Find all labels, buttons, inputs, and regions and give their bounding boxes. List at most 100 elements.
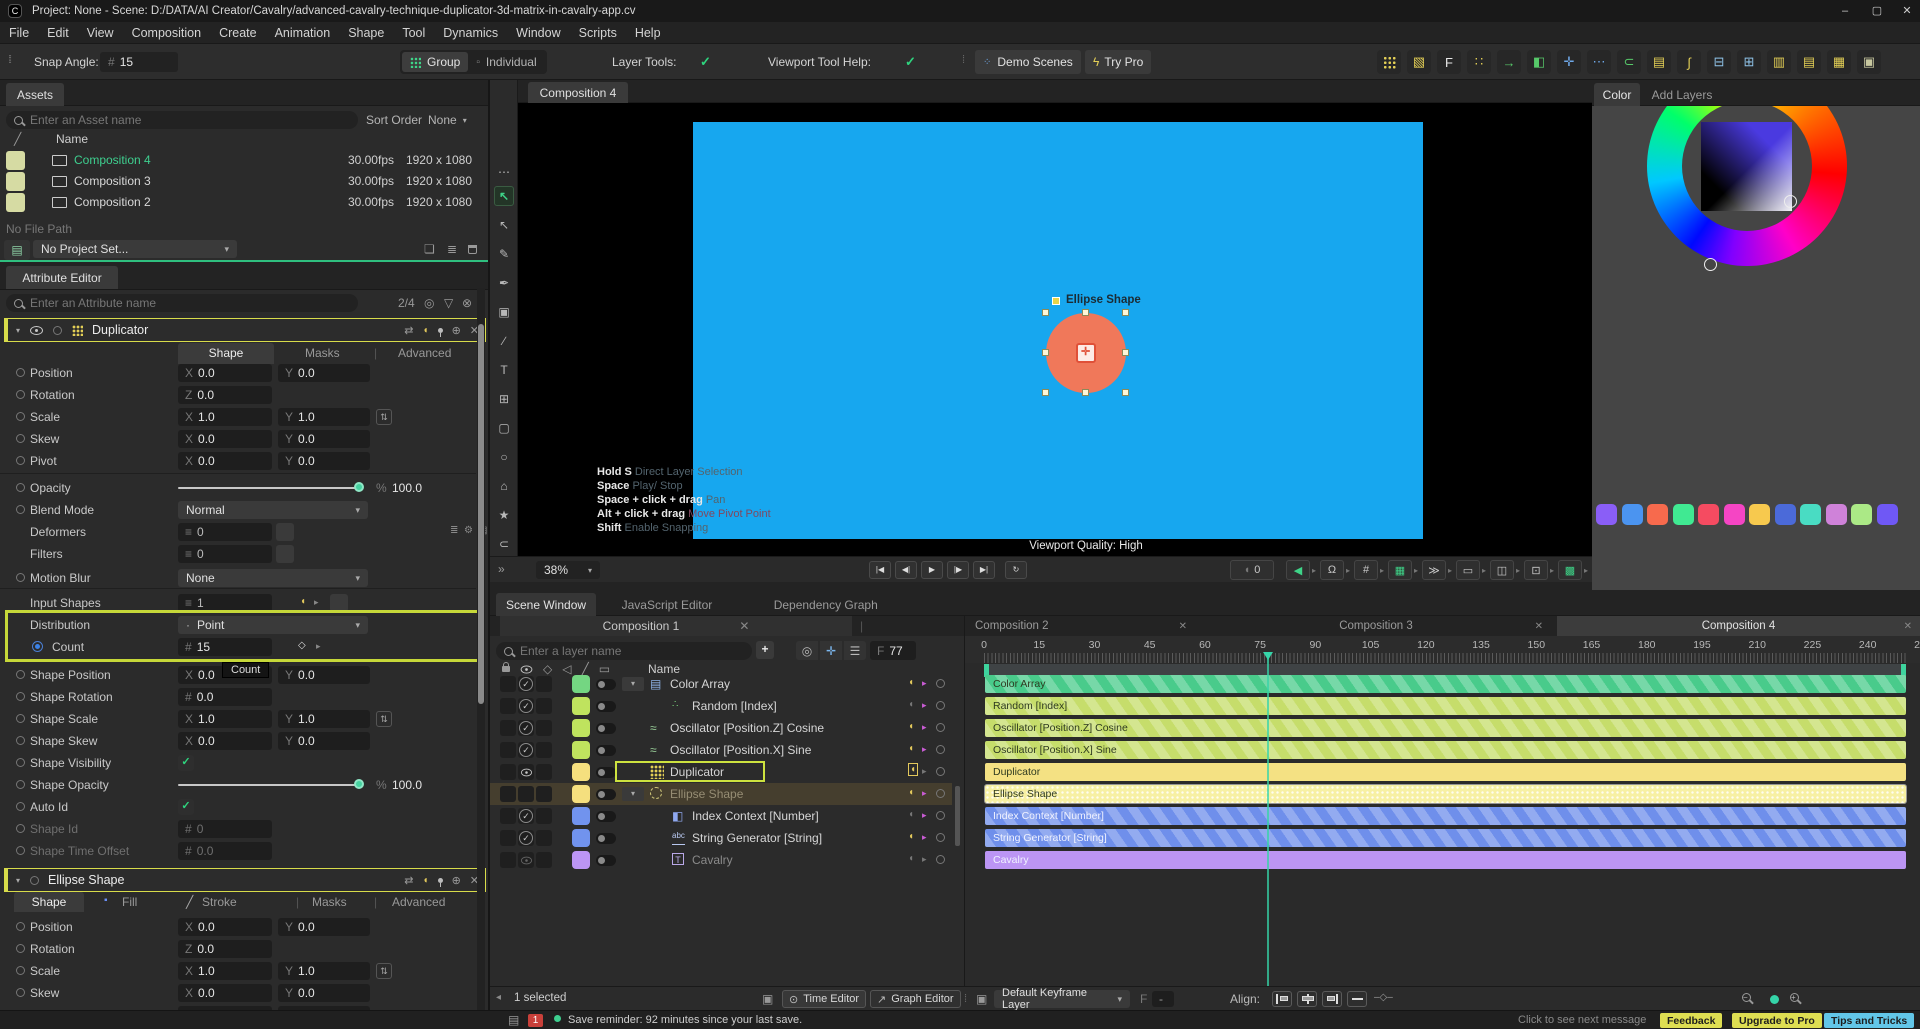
direct-select-tool[interactable]: ↖ bbox=[494, 215, 514, 235]
link-xy-icon[interactable]: ⇅ bbox=[376, 963, 392, 979]
collapse-chevron-icon[interactable]: ▾ bbox=[16, 326, 20, 335]
attribute-port[interactable] bbox=[16, 368, 25, 377]
columns-icon[interactable]: ▥ bbox=[1767, 50, 1791, 74]
value-field-x[interactable]: X0.0 bbox=[178, 430, 272, 448]
attribute-port[interactable] bbox=[16, 456, 25, 465]
timeline-ruler[interactable]: 0153045607590105120135150165180195210225… bbox=[965, 636, 1920, 663]
menu-view[interactable]: View bbox=[78, 26, 123, 40]
star-tool[interactable]: ★ bbox=[494, 505, 514, 525]
add-layer-button[interactable]: + bbox=[756, 641, 774, 659]
attr-tab-stroke[interactable]: Stroke bbox=[202, 895, 237, 909]
keyframe-next-icon[interactable]: ▸ bbox=[922, 832, 927, 843]
tab-add-layers[interactable]: Add Layers bbox=[1644, 83, 1720, 106]
keyframe-next-icon[interactable]: ▸ bbox=[922, 744, 927, 755]
playhead-line[interactable] bbox=[1267, 658, 1269, 986]
attribute-port[interactable] bbox=[16, 670, 25, 679]
layer-toggle-slot[interactable] bbox=[536, 852, 552, 868]
menu-create[interactable]: Create bbox=[210, 26, 266, 40]
layer-scrollbar[interactable] bbox=[955, 786, 960, 846]
tab-dependency-graph[interactable]: Dependency Graph bbox=[764, 593, 888, 616]
layer-toggle-slot[interactable] bbox=[536, 764, 552, 780]
swatch-color[interactable] bbox=[1775, 504, 1796, 525]
stagger-a-icon[interactable]: ⊟ bbox=[1707, 50, 1731, 74]
dropdown-arrow-icon[interactable]: ▸ bbox=[1312, 566, 1316, 575]
layer-toggle-slot[interactable] bbox=[536, 830, 552, 846]
stagger-icon[interactable]: ⇄ bbox=[404, 324, 413, 337]
timeline-track-cavalry[interactable]: Cavalry bbox=[985, 851, 1906, 869]
arc-icon[interactable]: ⊂ bbox=[1617, 50, 1641, 74]
value-field[interactable]: #0 bbox=[178, 820, 272, 838]
layer-toggle-slot[interactable]: ✓ bbox=[518, 830, 534, 846]
value-field-x[interactable]: X1.0 bbox=[178, 962, 272, 980]
add-button[interactable] bbox=[276, 523, 294, 541]
ellipse-shape-header[interactable]: ▾Ellipse Shape⇄◖⊕✕ bbox=[4, 868, 486, 892]
value-field[interactable]: Z0.0 bbox=[178, 386, 272, 404]
align-keys-left-icon[interactable] bbox=[1272, 991, 1292, 1007]
polygon-tool[interactable]: ⌂ bbox=[494, 476, 514, 496]
keyframe-prev-icon[interactable]: ◖ bbox=[423, 325, 429, 336]
layer-toggle-slot[interactable] bbox=[518, 786, 534, 802]
tab-composition-2[interactable]: Composition 2✕ bbox=[965, 616, 1195, 636]
layer-toggle-slot[interactable]: ✓ bbox=[518, 698, 534, 714]
layer-search-input[interactable]: Enter a layer name bbox=[496, 642, 752, 660]
attribute-port[interactable] bbox=[16, 802, 25, 811]
attr-tab-advanced[interactable]: Advanced bbox=[398, 343, 451, 364]
gear-icon[interactable]: ⚙ bbox=[464, 525, 473, 536]
pen-path-icon[interactable]: ∫ bbox=[1677, 50, 1701, 74]
attribute-port[interactable] bbox=[16, 736, 25, 745]
layer-toggle-slot[interactable]: ✓ bbox=[518, 676, 534, 692]
timeline-track-duplicator[interactable]: Duplicator bbox=[985, 763, 1906, 781]
target-icon[interactable]: ⊕ bbox=[452, 324, 461, 337]
feedback-button[interactable]: Feedback bbox=[1660, 1013, 1722, 1028]
list-icon[interactable]: ≣ bbox=[447, 242, 457, 256]
go-to-start-button[interactable]: |◀ bbox=[869, 561, 891, 579]
layer-enabled-check[interactable]: ✓ bbox=[519, 809, 533, 823]
attribute-scrollbar[interactable] bbox=[478, 324, 484, 704]
layer-color-chip[interactable] bbox=[572, 675, 590, 693]
attribute-port[interactable] bbox=[16, 966, 25, 975]
attribute-port[interactable] bbox=[16, 922, 25, 931]
next-message-link[interactable]: Click to see next message bbox=[1518, 1014, 1646, 1026]
viewport-help-checkbox[interactable]: ✓ bbox=[905, 54, 916, 70]
duplicates-icon[interactable]: ⊡▸ bbox=[1524, 560, 1554, 580]
draw-tool[interactable]: ✎ bbox=[494, 244, 514, 264]
layer-stack-icon[interactable]: ◫▸ bbox=[1490, 560, 1520, 580]
layer-tag-toggle[interactable] bbox=[596, 811, 616, 822]
attribute-port[interactable] bbox=[16, 505, 25, 514]
text-tool[interactable]: T bbox=[494, 360, 514, 380]
dropdown-motion-blur[interactable]: None▾ bbox=[178, 569, 368, 587]
layer-toggle-slot[interactable] bbox=[536, 698, 552, 714]
dropdown-arrow-icon[interactable]: ▸ bbox=[1346, 566, 1350, 575]
sequence-icon[interactable]: ⋯ bbox=[1587, 50, 1611, 74]
menu-animation[interactable]: Animation bbox=[266, 26, 340, 40]
bounds-icon[interactable]: ▭▸ bbox=[1456, 560, 1486, 580]
time-editor-button[interactable]: ⊙ Time Editor bbox=[782, 990, 866, 1008]
layer-row-oscillator-position-z-cosine[interactable]: ✓≈Oscillator [Position.Z] Cosine◖▸ bbox=[490, 717, 952, 739]
layer-visibility-eye[interactable] bbox=[520, 856, 531, 864]
maximize-button[interactable]: ▢ bbox=[1862, 0, 1892, 22]
layer-color-chip[interactable] bbox=[572, 807, 590, 825]
layer-toggle-slot[interactable] bbox=[500, 698, 516, 714]
project-set-dropdown[interactable]: No Project Set...▾ bbox=[33, 240, 237, 258]
layer-row-oscillator-position-x-sine[interactable]: ✓≈Oscillator [Position.X] Sine◖▸ bbox=[490, 739, 952, 761]
swatch-color[interactable] bbox=[1851, 504, 1872, 525]
timeline-track-index-context-number-[interactable]: Index Context [Number] bbox=[985, 807, 1906, 825]
collapse-icon[interactable]: ◂ bbox=[496, 992, 501, 1003]
keyframe-prev-icon[interactable]: ◖ bbox=[908, 721, 914, 732]
grid-toggle-icon[interactable]: #▸ bbox=[1354, 560, 1384, 580]
selection-handle[interactable] bbox=[1122, 309, 1129, 316]
render-camera-icon[interactable]: ▣ bbox=[1857, 50, 1881, 74]
layer-port[interactable] bbox=[936, 745, 945, 754]
attr-tab-masks[interactable]: Masks bbox=[305, 343, 340, 364]
dropdown-blend-mode[interactable]: Normal▾ bbox=[178, 501, 368, 519]
keyframe-next-icon[interactable]: ▸ bbox=[922, 766, 927, 777]
bottombar-grip[interactable]: ⁞ bbox=[964, 993, 965, 1005]
selection-handle[interactable] bbox=[1082, 309, 1089, 316]
playback-speed-icon[interactable]: ≫▸ bbox=[1422, 560, 1452, 580]
layer-toggle-slot[interactable] bbox=[500, 676, 516, 692]
layer-port[interactable] bbox=[936, 767, 945, 776]
dropdown-arrow-icon[interactable]: ▸ bbox=[1414, 566, 1418, 575]
swatch-color[interactable] bbox=[1826, 504, 1847, 525]
layer-toggle-slot[interactable] bbox=[536, 786, 552, 802]
checkbox[interactable]: ✓ bbox=[178, 755, 194, 771]
